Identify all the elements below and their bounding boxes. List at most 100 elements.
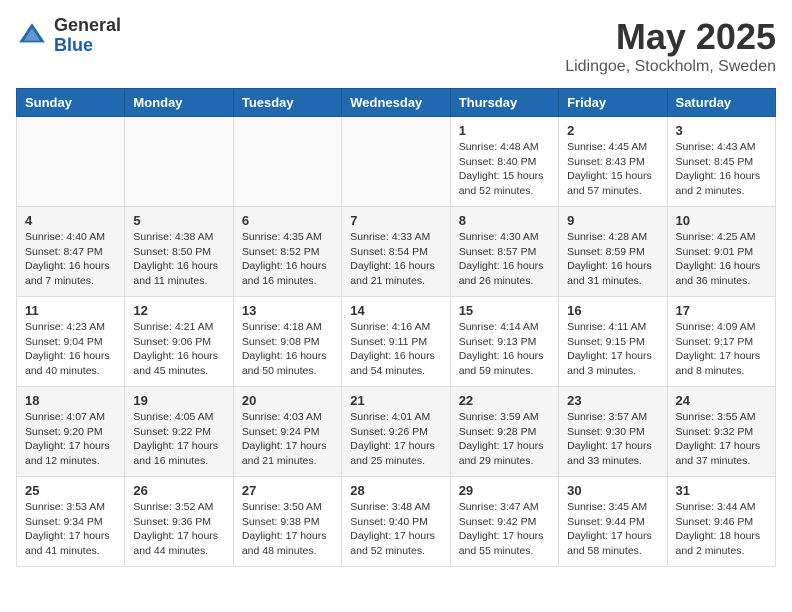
logo-icon <box>16 20 48 52</box>
calendar-cell <box>342 117 450 207</box>
calendar-cell: 23Sunrise: 3:57 AM Sunset: 9:30 PM Dayli… <box>559 387 667 477</box>
day-info: Sunrise: 4:33 AM Sunset: 8:54 PM Dayligh… <box>350 230 441 289</box>
day-number: 21 <box>350 393 441 408</box>
calendar-cell: 30Sunrise: 3:45 AM Sunset: 9:44 PM Dayli… <box>559 477 667 567</box>
day-number: 29 <box>459 483 550 498</box>
day-header-saturday: Saturday <box>667 89 775 117</box>
day-number: 26 <box>133 483 224 498</box>
calendar-cell: 7 Sunrise: 4:33 AM Sunset: 8:54 PM Daylig… <box>342 207 450 297</box>
day-number: 16 <box>567 303 658 318</box>
calendar-cell: 3 Sunrise: 4:43 AM Sunset: 8:45 PM Daylig… <box>667 117 775 207</box>
calendar-cell: 9 Sunrise: 4:28 AM Sunset: 8:59 PM Daylig… <box>559 207 667 297</box>
calendar-cell: 17Sunrise: 4:09 AM Sunset: 9:17 PM Dayli… <box>667 297 775 387</box>
day-header-friday: Friday <box>559 89 667 117</box>
day-info: Sunrise: 4:48 AM Sunset: 8:40 PM Dayligh… <box>459 140 550 199</box>
day-number: 24 <box>676 393 767 408</box>
calendar-cell <box>125 117 233 207</box>
header-row: SundayMondayTuesdayWednesdayThursdayFrid… <box>17 89 776 117</box>
day-info: Sunrise: 4:01 AM Sunset: 9:26 PM Dayligh… <box>350 410 441 469</box>
day-info: Sunrise: 3:44 AM Sunset: 9:46 PM Dayligh… <box>676 500 767 559</box>
day-info: Sunrise: 4:11 AM Sunset: 9:15 PM Dayligh… <box>567 320 658 379</box>
calendar-cell: 18 Sunrise: 4:07 AM Sunset: 9:20 PM Dayli… <box>17 387 125 477</box>
calendar-cell: 26 Sunrise: 3:52 AM Sunset: 9:36 PM Dayli… <box>125 477 233 567</box>
calendar-cell: 5 Sunrise: 4:38 AM Sunset: 8:50 PM Daylig… <box>125 207 233 297</box>
day-info: Sunrise: 4:38 AM Sunset: 8:50 PM Dayligh… <box>133 230 224 289</box>
logo-general-text: General <box>54 16 121 36</box>
calendar-cell: 31Sunrise: 3:44 AM Sunset: 9:46 PM Dayli… <box>667 477 775 567</box>
day-header-tuesday: Tuesday <box>233 89 341 117</box>
day-number: 30 <box>567 483 658 498</box>
calendar-cell: 20 Sunrise: 4:03 AM Sunset: 9:24 PM Dayli… <box>233 387 341 477</box>
day-number: 5 <box>133 213 224 228</box>
logo-text: General Blue <box>54 16 121 56</box>
calendar-cell: 24 Sunrise: 3:55 AM Sunset: 9:32 PM Dayli… <box>667 387 775 477</box>
calendar-cell: 12 Sunrise: 4:21 AM Sunset: 9:06 PM Dayli… <box>125 297 233 387</box>
calendar-cell: 16 Sunrise: 4:11 AM Sunset: 9:15 PM Dayli… <box>559 297 667 387</box>
day-number: 4 <box>25 213 116 228</box>
day-info: Sunrise: 4:35 AM Sunset: 8:52 PM Dayligh… <box>242 230 333 289</box>
day-number: 13 <box>242 303 333 318</box>
day-info: Sunrise: 3:52 AM Sunset: 9:36 PM Dayligh… <box>133 500 224 559</box>
subtitle: Lidingoe, Stockholm, Sweden <box>565 58 776 76</box>
day-number: 25 <box>25 483 116 498</box>
day-header-monday: Monday <box>125 89 233 117</box>
calendar-cell: 27 Sunrise: 3:50 AM Sunset: 9:38 PM Dayli… <box>233 477 341 567</box>
header: General Blue May 2025 Lidingoe, Stockhol… <box>16 16 776 76</box>
day-info: Sunrise: 4:21 AM Sunset: 9:06 PM Dayligh… <box>133 320 224 379</box>
calendar-cell: 28Sunrise: 3:48 AM Sunset: 9:40 PM Dayli… <box>342 477 450 567</box>
day-number: 27 <box>242 483 333 498</box>
day-info: Sunrise: 4:07 AM Sunset: 9:20 PM Dayligh… <box>25 410 116 469</box>
day-info: Sunrise: 4:18 AM Sunset: 9:08 PM Dayligh… <box>242 320 333 379</box>
day-number: 8 <box>459 213 550 228</box>
day-info: Sunrise: 4:28 AM Sunset: 8:59 PM Dayligh… <box>567 230 658 289</box>
day-number: 2 <box>567 123 658 138</box>
main-title: May 2025 <box>565 16 776 58</box>
day-info: Sunrise: 4:43 AM Sunset: 8:45 PM Dayligh… <box>676 140 767 199</box>
calendar-table: SundayMondayTuesdayWednesdayThursdayFrid… <box>16 88 776 567</box>
day-info: Sunrise: 4:14 AM Sunset: 9:13 PM Dayligh… <box>459 320 550 379</box>
day-number: 3 <box>676 123 767 138</box>
day-number: 20 <box>242 393 333 408</box>
calendar-cell: 25Sunrise: 3:53 AM Sunset: 9:34 PM Dayli… <box>17 477 125 567</box>
day-number: 7 <box>350 213 441 228</box>
calendar-cell: 14Sunrise: 4:16 AM Sunset: 9:11 PM Dayli… <box>342 297 450 387</box>
day-number: 6 <box>242 213 333 228</box>
calendar-cell: 8 Sunrise: 4:30 AM Sunset: 8:57 PM Daylig… <box>450 207 558 297</box>
day-info: Sunrise: 4:09 AM Sunset: 9:17 PM Dayligh… <box>676 320 767 379</box>
day-info: Sunrise: 3:55 AM Sunset: 9:32 PM Dayligh… <box>676 410 767 469</box>
calendar-cell: 21 Sunrise: 4:01 AM Sunset: 9:26 PM Dayli… <box>342 387 450 477</box>
calendar-cell: 1 Sunrise: 4:48 AM Sunset: 8:40 PM Daylig… <box>450 117 558 207</box>
day-info: Sunrise: 4:16 AM Sunset: 9:11 PM Dayligh… <box>350 320 441 379</box>
calendar-cell: 2Sunrise: 4:45 AM Sunset: 8:43 PM Daylig… <box>559 117 667 207</box>
day-number: 9 <box>567 213 658 228</box>
day-info: Sunrise: 4:03 AM Sunset: 9:24 PM Dayligh… <box>242 410 333 469</box>
logo: General Blue <box>16 16 121 56</box>
day-number: 18 <box>25 393 116 408</box>
day-number: 22 <box>459 393 550 408</box>
day-info: Sunrise: 3:50 AM Sunset: 9:38 PM Dayligh… <box>242 500 333 559</box>
day-info: Sunrise: 4:23 AM Sunset: 9:04 PM Dayligh… <box>25 320 116 379</box>
calendar-cell <box>17 117 125 207</box>
calendar-cell: 4 Sunrise: 4:40 AM Sunset: 8:47 PM Daylig… <box>17 207 125 297</box>
day-number: 11 <box>25 303 116 318</box>
day-info: Sunrise: 3:59 AM Sunset: 9:28 PM Dayligh… <box>459 410 550 469</box>
day-header-thursday: Thursday <box>450 89 558 117</box>
week-row-5: 25Sunrise: 3:53 AM Sunset: 9:34 PM Dayli… <box>17 477 776 567</box>
calendar-cell: 22 Sunrise: 3:59 AM Sunset: 9:28 PM Dayli… <box>450 387 558 477</box>
calendar-cell <box>233 117 341 207</box>
calendar-cell: 11 Sunrise: 4:23 AM Sunset: 9:04 PM Dayli… <box>17 297 125 387</box>
day-header-sunday: Sunday <box>17 89 125 117</box>
day-info: Sunrise: 4:40 AM Sunset: 8:47 PM Dayligh… <box>25 230 116 289</box>
calendar-cell: 15Sunrise: 4:14 AM Sunset: 9:13 PM Dayli… <box>450 297 558 387</box>
week-row-4: 18 Sunrise: 4:07 AM Sunset: 9:20 PM Dayli… <box>17 387 776 477</box>
day-info: Sunrise: 3:47 AM Sunset: 9:42 PM Dayligh… <box>459 500 550 559</box>
day-number: 1 <box>459 123 550 138</box>
day-info: Sunrise: 3:48 AM Sunset: 9:40 PM Dayligh… <box>350 500 441 559</box>
logo-blue-text: Blue <box>54 36 121 56</box>
day-number: 12 <box>133 303 224 318</box>
calendar-cell: 6 Sunrise: 4:35 AM Sunset: 8:52 PM Daylig… <box>233 207 341 297</box>
title-area: May 2025 Lidingoe, Stockholm, Sweden <box>565 16 776 76</box>
calendar-cell: 19Sunrise: 4:05 AM Sunset: 9:22 PM Dayli… <box>125 387 233 477</box>
day-info: Sunrise: 4:30 AM Sunset: 8:57 PM Dayligh… <box>459 230 550 289</box>
week-row-1: 1 Sunrise: 4:48 AM Sunset: 8:40 PM Daylig… <box>17 117 776 207</box>
